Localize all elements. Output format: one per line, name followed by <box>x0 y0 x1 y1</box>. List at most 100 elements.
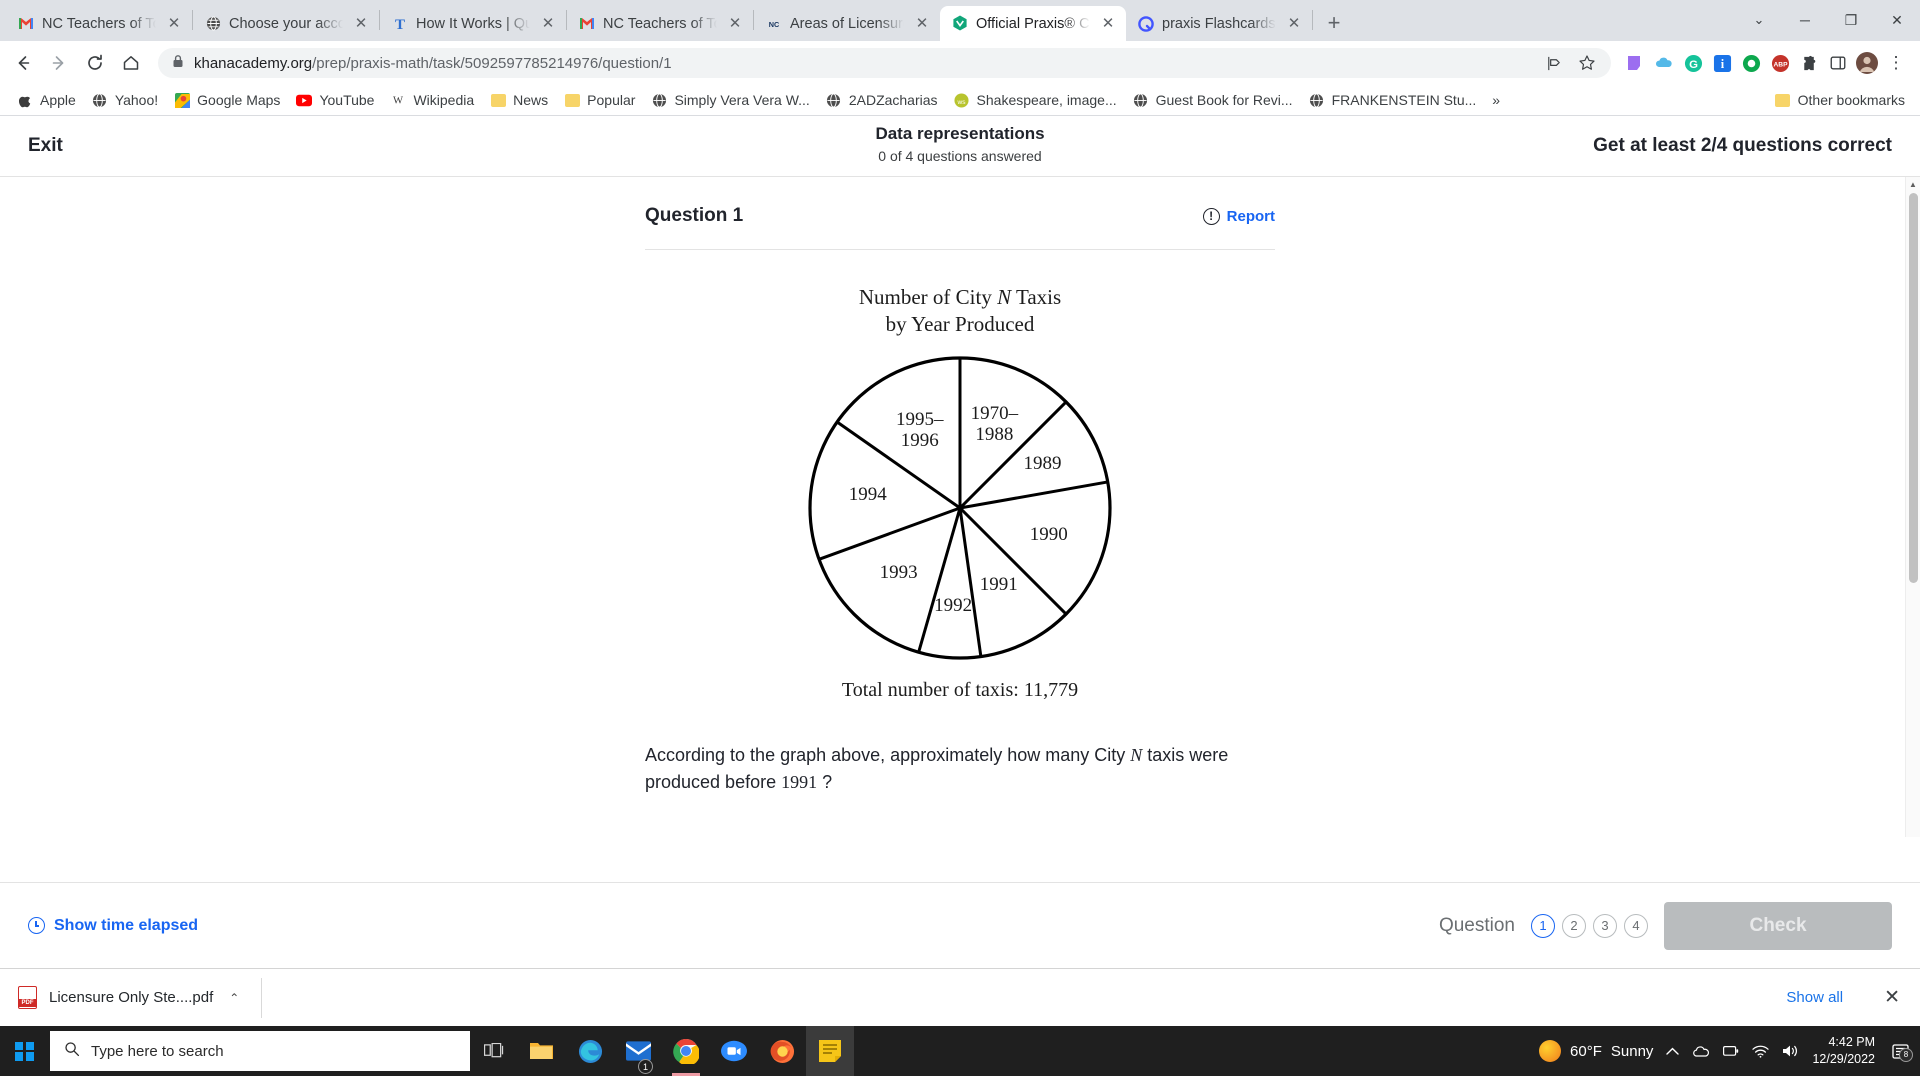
task-view-icon[interactable] <box>470 1026 518 1076</box>
notification-center-icon[interactable]: 8 <box>1888 1043 1913 1062</box>
bookmarks-overflow-button[interactable]: » <box>1485 89 1507 111</box>
bookmark-wikipedia[interactable]: W Wikipedia <box>383 89 481 111</box>
forward-button[interactable] <box>42 46 76 80</box>
question-dot-1[interactable]: 1 <box>1531 913 1555 938</box>
bookmark-simply-vera[interactable]: Simply Vera Vera W... <box>644 89 816 111</box>
page-scrollbar[interactable]: ▲ <box>1905 177 1920 837</box>
show-all-downloads-button[interactable]: Show all <box>1773 982 1856 1013</box>
bookmark-label: Shakespeare, image... <box>976 92 1117 108</box>
question-number: Question 1 <box>645 205 744 226</box>
footer-right-group: Question 1 2 3 4 Check <box>1439 901 1892 950</box>
browser-tab-5-title: Areas of Licensure | N <box>790 15 904 32</box>
home-button[interactable] <box>114 46 148 80</box>
bookmark-label: News <box>513 92 549 108</box>
tab-strip: NC Teachers of Tomor ✕ Choose your accou… <box>0 0 1920 41</box>
file-explorer-icon[interactable] <box>518 1026 566 1076</box>
wifi-icon[interactable] <box>1752 1045 1770 1058</box>
back-button[interactable] <box>6 46 40 80</box>
bookmark-popular-folder[interactable]: Popular <box>557 89 642 111</box>
edge-icon[interactable] <box>566 1026 614 1076</box>
tab-close-icon[interactable]: ✕ <box>538 14 558 34</box>
puzzle-extensions-icon[interactable] <box>1795 49 1823 77</box>
bookmark-2adzacharias[interactable]: 2ADZacharias <box>819 89 945 111</box>
browser-tab-3[interactable]: T How It Works | Quicke ✕ <box>380 6 566 41</box>
browser-tab-2[interactable]: Choose your account ✕ <box>193 6 379 41</box>
window-close-button[interactable]: ✕ <box>1874 4 1920 36</box>
zoom-icon[interactable] <box>710 1026 758 1076</box>
svg-text:i: i <box>1720 56 1724 70</box>
question-dot-4[interactable]: 4 <box>1624 913 1648 938</box>
onedrive-icon[interactable] <box>1692 1045 1710 1058</box>
reload-button[interactable] <box>78 46 112 80</box>
grammarly-icon[interactable]: G <box>1679 49 1707 77</box>
show-time-elapsed-button[interactable]: Show time elapsed <box>28 917 198 935</box>
bookmark-label: FRANKENSTEIN Stu... <box>1331 92 1477 108</box>
bookmark-news-folder[interactable]: News <box>483 89 555 111</box>
tab-close-icon[interactable]: ✕ <box>1098 14 1118 34</box>
taskbar-search-box[interactable]: Type here to search <box>50 1031 470 1071</box>
chart-title: Number of City N Taxis by Year Produced <box>645 284 1275 339</box>
info-extension-icon[interactable]: i <box>1708 49 1736 77</box>
chrome-icon[interactable] <box>662 1026 710 1076</box>
cloud-extension-icon[interactable] <box>1650 49 1678 77</box>
adblock-plus-icon[interactable]: ABP <box>1766 49 1794 77</box>
browser-tab-1[interactable]: NC Teachers of Tomor ✕ <box>6 6 192 41</box>
check-button[interactable]: Check <box>1664 901 1892 950</box>
taskbar-clock[interactable]: 4:42 PM 12/29/2022 <box>1812 1034 1875 1068</box>
question-dot-2[interactable]: 2 <box>1562 913 1586 938</box>
tab-close-icon[interactable]: ✕ <box>164 14 184 34</box>
browser-tab-4[interactable]: NC Teachers of Tomor ✕ <box>567 6 753 41</box>
green-circle-icon[interactable] <box>1737 49 1765 77</box>
bookmark-apple[interactable]: Apple <box>10 89 83 111</box>
bookmark-frankenstein[interactable]: FRANKENSTEIN Stu... <box>1302 89 1484 111</box>
bookmark-shakespeare[interactable]: ws Shakespeare, image... <box>947 89 1124 111</box>
bookmark-yahoo[interactable]: Yahoo! <box>85 89 165 111</box>
chart-title-line1-after: Taxis <box>1011 285 1062 309</box>
bookmark-youtube[interactable]: YouTube <box>289 89 381 111</box>
battery-icon[interactable] <box>1723 1045 1739 1057</box>
browser-tab-5[interactable]: NC Areas of Licensure | N ✕ <box>754 6 940 41</box>
overflow-chevron-icon: » <box>1492 92 1501 108</box>
report-button[interactable]: ! Report <box>1202 207 1275 225</box>
tab-close-icon[interactable]: ✕ <box>912 14 932 34</box>
scroll-up-arrow[interactable]: ▲ <box>1906 177 1920 192</box>
profile-avatar[interactable] <box>1853 49 1881 77</box>
download-item[interactable]: Licensure Only Ste....pdf ⌃ <box>18 977 263 1018</box>
firefox-icon[interactable] <box>758 1026 806 1076</box>
tab-close-icon[interactable]: ✕ <box>725 14 745 34</box>
other-bookmarks-folder[interactable]: Other bookmarks <box>1768 89 1912 111</box>
chrome-browser-window: NC Teachers of Tomor ✕ Choose your accou… <box>0 0 1920 116</box>
tab-close-icon[interactable]: ✕ <box>351 14 371 34</box>
tab-search-chevron-icon[interactable]: ⌄ <box>1736 4 1782 36</box>
mail-badge: 1 <box>638 1059 653 1074</box>
weather-widget[interactable]: 60°F Sunny <box>1539 1040 1653 1062</box>
chrome-menu-icon[interactable]: ⋮ <box>1882 49 1910 77</box>
star-icon[interactable] <box>1575 51 1599 75</box>
question-dots: 1 2 3 4 <box>1531 913 1648 938</box>
bookmark-guest-book[interactable]: Guest Book for Revi... <box>1126 89 1300 111</box>
start-button[interactable] <box>0 1026 49 1076</box>
globe-icon <box>205 16 221 32</box>
scrollbar-thumb[interactable] <box>1909 193 1918 583</box>
address-bar-url: khanacademy.org/prep/praxis-math/task/50… <box>194 55 1531 72</box>
downloads-bar-right: Show all ✕ <box>1773 982 1906 1013</box>
browser-tab-7[interactable]: praxis Flashcards | Qu ✕ <box>1126 6 1312 41</box>
close-downloads-bar-icon[interactable]: ✕ <box>1878 986 1906 1009</box>
volume-icon[interactable] <box>1782 1044 1799 1058</box>
tab-close-icon[interactable]: ✕ <box>1284 14 1304 34</box>
maximize-button[interactable]: ❐ <box>1828 4 1874 36</box>
bookmark-google-maps[interactable]: Google Maps <box>167 89 287 111</box>
share-icon[interactable] <box>1541 51 1565 75</box>
minimize-button[interactable]: ─ <box>1782 4 1828 36</box>
question-dot-3[interactable]: 3 <box>1593 913 1617 938</box>
chevron-up-icon[interactable]: ⌃ <box>229 991 239 1005</box>
new-tab-button[interactable]: + <box>1317 6 1351 40</box>
address-bar[interactable]: khanacademy.org/prep/praxis-math/task/50… <box>158 48 1611 78</box>
sidepanel-icon[interactable] <box>1824 49 1852 77</box>
sticky-notes-icon[interactable] <box>806 1026 854 1076</box>
mail-icon[interactable]: 1 <box>614 1026 662 1076</box>
show-hidden-icons[interactable] <box>1666 1047 1680 1056</box>
browser-tab-7-title: praxis Flashcards | Qu <box>1162 15 1276 32</box>
browser-tab-6-active[interactable]: Official Praxis® Core ✕ <box>940 6 1126 41</box>
purple-extension-icon[interactable] <box>1621 49 1649 77</box>
